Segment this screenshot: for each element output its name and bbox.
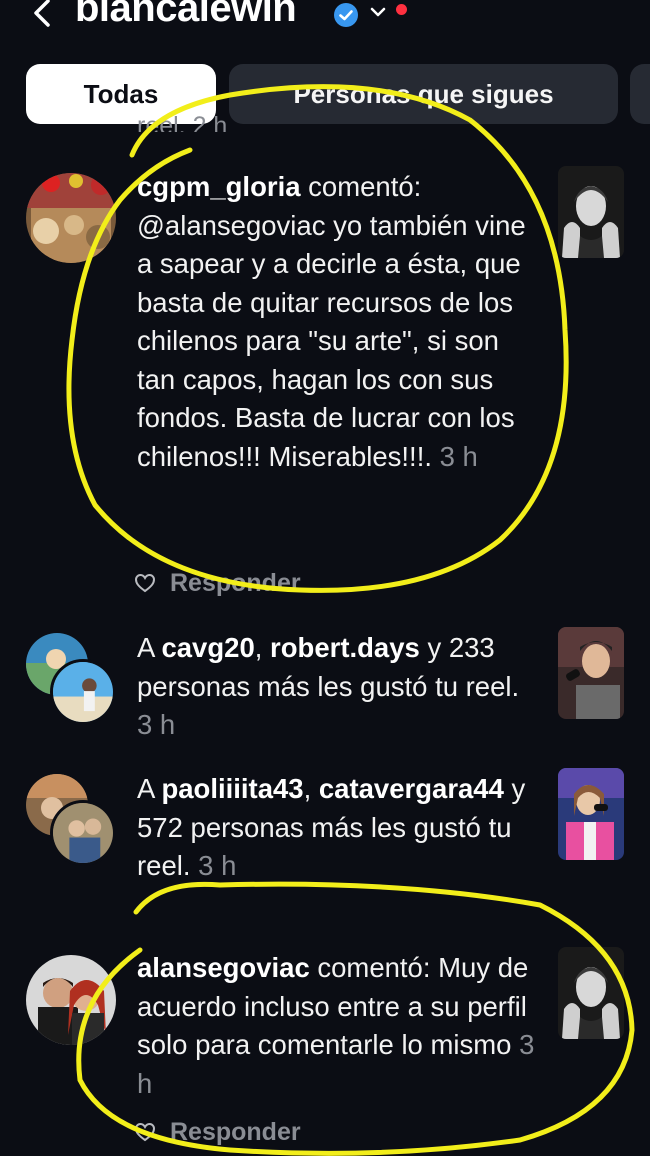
timestamp: 3 h	[439, 440, 478, 472]
action-text: comentó:	[300, 171, 422, 202]
reel-thumbnail[interactable]	[558, 947, 624, 1039]
filter-tabs: Todas Personas que sigues	[0, 64, 650, 126]
action-text: comentó:	[309, 952, 439, 983]
notification-text: cgpm_gloria comentó: @alansegoviac yo ta…	[137, 168, 542, 476]
chevron-down-icon[interactable]	[368, 2, 388, 22]
username[interactable]: catavergara44	[319, 773, 504, 804]
cut-off-text: reel. 2 h	[137, 112, 228, 132]
notification-like[interactable]: A cavg20, robert.days y 233 personas más…	[0, 625, 650, 745]
notification-text: A cavg20, robert.days y 233 personas más…	[137, 629, 542, 745]
reply-button[interactable]: Responder	[170, 569, 301, 598]
notification-comment[interactable]: cgpm_gloria comentó: @alansegoviac yo ta…	[0, 160, 650, 600]
avatar[interactable]	[26, 955, 116, 1045]
notification-dot	[396, 4, 407, 15]
heart-icon[interactable]	[134, 1121, 156, 1143]
reply-button[interactable]: Responder	[170, 1118, 301, 1147]
prefix-text: A	[137, 773, 162, 804]
timestamp: 3 h	[137, 709, 176, 740]
comment-body: @alansegoviac yo también vine a sapear y…	[137, 209, 526, 472]
notification-comment[interactable]: alansegoviac comentó: Muy de acuerdo inc…	[0, 945, 650, 1156]
notification-text: alansegoviac comentó: Muy de acuerdo inc…	[137, 949, 542, 1103]
heart-icon[interactable]	[134, 572, 156, 594]
profile-name[interactable]: biancalewin	[75, 0, 297, 31]
username[interactable]: cavg20	[161, 632, 254, 663]
reel-thumbnail[interactable]	[558, 768, 624, 860]
back-icon[interactable]	[28, 0, 58, 28]
header: biancalewin	[0, 0, 650, 38]
username[interactable]: cgpm_gloria	[137, 171, 301, 202]
avatar[interactable]	[26, 173, 116, 263]
username[interactable]: paoliiiita43	[161, 773, 303, 804]
separator-text: ,	[303, 773, 319, 804]
tab-partial[interactable]	[630, 64, 650, 124]
avatar[interactable]	[50, 800, 116, 866]
notification-like[interactable]: A paoliiiita43, catavergara44 y 572 pers…	[0, 766, 650, 916]
reply-action[interactable]: Responder	[134, 1117, 301, 1147]
separator-text: ,	[254, 632, 271, 663]
reel-thumbnail[interactable]	[558, 166, 624, 258]
prefix-text: A	[137, 632, 162, 663]
reel-thumbnail[interactable]	[558, 627, 624, 719]
username[interactable]: robert.days	[270, 632, 420, 663]
username[interactable]: alansegoviac	[137, 952, 310, 983]
verified-badge-icon	[334, 3, 358, 27]
timestamp: 3 h	[198, 850, 237, 881]
reply-action[interactable]: Responder	[134, 568, 301, 598]
notification-text: A paoliiiita43, catavergara44 y 572 pers…	[137, 770, 542, 886]
avatar[interactable]	[50, 659, 116, 725]
tab-personas-que-sigues[interactable]: Personas que sigues	[229, 64, 618, 124]
